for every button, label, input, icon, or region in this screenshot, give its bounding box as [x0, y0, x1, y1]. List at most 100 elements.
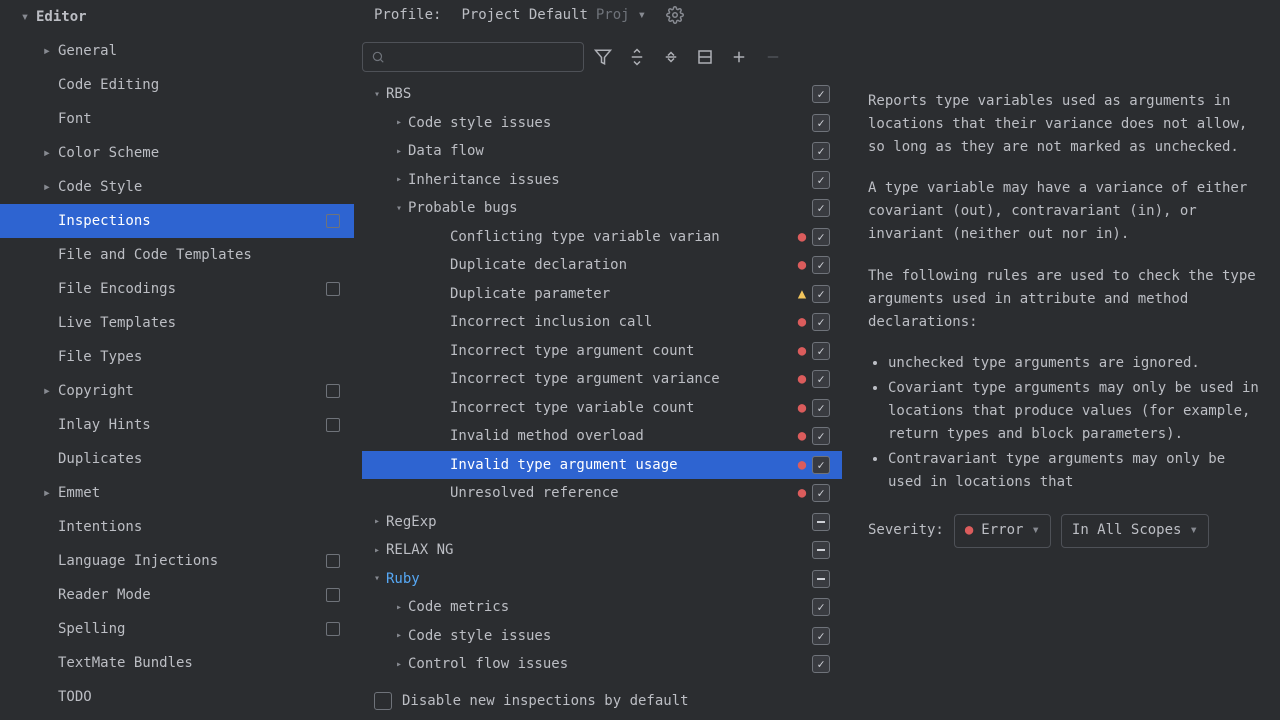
tree-item[interactable]: ▾RBS: [362, 80, 842, 109]
inspection-checkbox[interactable]: [812, 627, 830, 645]
sidebar-item-label: Code Style: [58, 179, 142, 195]
tree-item[interactable]: Incorrect inclusion call●: [362, 308, 842, 337]
inspection-checkbox[interactable]: [812, 342, 830, 360]
chevron-right-icon: ▸: [40, 43, 54, 59]
chevron-right-icon: ▸: [368, 516, 386, 527]
tree-item-label: Code style issues: [408, 115, 792, 131]
chevron-down-icon: ▾: [390, 203, 408, 214]
reset-icon[interactable]: [696, 48, 720, 66]
sidebar-item[interactable]: Font: [0, 102, 354, 136]
disable-new-checkbox[interactable]: [374, 692, 392, 710]
error-icon: ●: [792, 371, 812, 387]
gear-icon[interactable]: [666, 6, 684, 24]
description-li1: unchecked type arguments are ignored.: [888, 352, 1262, 375]
tree-item[interactable]: Duplicate parameter▲: [362, 280, 842, 309]
sidebar-item[interactable]: Code Editing: [0, 68, 354, 102]
add-icon[interactable]: [730, 48, 754, 66]
filter-icon[interactable]: [594, 48, 618, 66]
tree-item[interactable]: ▸Code metrics: [362, 593, 842, 622]
severity-dropdown[interactable]: ● Error ▾: [954, 514, 1051, 547]
sidebar-item[interactable]: File and Code Templates: [0, 238, 354, 272]
sidebar-item[interactable]: ▸General: [0, 34, 354, 68]
sidebar-item[interactable]: ▾Editor: [0, 0, 354, 34]
project-badge-icon: [326, 588, 340, 602]
tree-item[interactable]: Incorrect type argument variance●: [362, 365, 842, 394]
inspection-checkbox[interactable]: [812, 541, 830, 559]
inspection-checkbox[interactable]: [812, 427, 830, 445]
sidebar-item[interactable]: File Types: [0, 340, 354, 374]
search-box[interactable]: [362, 42, 584, 72]
tree-item[interactable]: ▸Data flow: [362, 137, 842, 166]
sidebar-item[interactable]: File Encodings: [0, 272, 354, 306]
tree-item[interactable]: Unresolved reference●: [362, 479, 842, 508]
sidebar-item[interactable]: Duplicates: [0, 442, 354, 476]
error-icon: ●: [792, 485, 812, 501]
sidebar-item[interactable]: ▸Emmet: [0, 476, 354, 510]
sidebar-item[interactable]: ▸Color Scheme: [0, 136, 354, 170]
inspection-checkbox[interactable]: [812, 399, 830, 417]
tree-item[interactable]: Invalid type argument usage●: [362, 451, 842, 480]
inspection-checkbox[interactable]: [812, 598, 830, 616]
inspection-checkbox[interactable]: [812, 85, 830, 103]
expand-all-icon[interactable]: [628, 48, 652, 66]
scope-dropdown[interactable]: In All Scopes ▾: [1061, 514, 1209, 547]
chevron-down-icon: ▾: [638, 7, 646, 23]
tree-item[interactable]: Incorrect type argument count●: [362, 337, 842, 366]
inspection-checkbox[interactable]: [812, 655, 830, 673]
tree-item[interactable]: ▾Ruby: [362, 565, 842, 594]
sidebar-item[interactable]: Inlay Hints: [0, 408, 354, 442]
inspection-checkbox[interactable]: [812, 484, 830, 502]
sidebar-item[interactable]: ▸Code Style: [0, 170, 354, 204]
tree-item[interactable]: Invalid method overload●: [362, 422, 842, 451]
sidebar-item[interactable]: TODO: [0, 680, 354, 714]
inspection-checkbox[interactable]: [812, 370, 830, 388]
tree-item[interactable]: Incorrect type variable count●: [362, 394, 842, 423]
inspection-description: Reports type variables used as arguments…: [842, 80, 1280, 682]
tree-item[interactable]: ▸Control flow issues: [362, 650, 842, 679]
chevron-right-icon: ▸: [390, 117, 408, 128]
sidebar-item[interactable]: TextMate Bundles: [0, 646, 354, 680]
tree-item[interactable]: ▾Probable bugs: [362, 194, 842, 223]
tree-item[interactable]: ▸RELAX NG: [362, 536, 842, 565]
tree-item[interactable]: Conflicting type variable varian●: [362, 223, 842, 252]
tree-item[interactable]: Duplicate declaration●: [362, 251, 842, 280]
inspection-checkbox[interactable]: [812, 199, 830, 217]
tree-item[interactable]: ▸Inheritance issues: [362, 166, 842, 195]
chevron-down-icon: ▾: [1031, 519, 1039, 542]
sidebar-item[interactable]: ▸Copyright: [0, 374, 354, 408]
inspection-checkbox[interactable]: [812, 142, 830, 160]
inspection-checkbox[interactable]: [812, 114, 830, 132]
inspection-tree: ▾RBS▸Code style issues▸Data flow▸Inherit…: [362, 80, 842, 682]
sidebar-item-label: Inlay Hints: [58, 417, 151, 433]
inspection-checkbox[interactable]: [812, 285, 830, 303]
profile-dropdown[interactable]: Project Default Proj ▾: [453, 5, 654, 25]
sidebar-item[interactable]: Language Injections: [0, 544, 354, 578]
inspection-checkbox[interactable]: [812, 228, 830, 246]
error-icon: ●: [965, 519, 973, 542]
chevron-right-icon: ▸: [368, 545, 386, 556]
remove-icon: [764, 48, 788, 66]
sidebar-item[interactable]: Spelling: [0, 612, 354, 646]
inspection-checkbox[interactable]: [812, 456, 830, 474]
inspection-checkbox[interactable]: [812, 513, 830, 531]
tree-item-label: RBS: [386, 86, 792, 102]
tree-item[interactable]: ▸RegExp: [362, 508, 842, 537]
sidebar-item[interactable]: Plugins: [0, 714, 354, 720]
sidebar-item-label: Code Editing: [58, 77, 159, 93]
search-input[interactable]: [391, 49, 575, 65]
error-icon: ●: [792, 257, 812, 273]
sidebar-item-label: Copyright: [58, 383, 134, 399]
inspection-checkbox[interactable]: [812, 256, 830, 274]
collapse-all-icon[interactable]: [662, 48, 686, 66]
sidebar-item[interactable]: Intentions: [0, 510, 354, 544]
sidebar-item[interactable]: Inspections: [0, 204, 354, 238]
description-p2: A type variable may have a variance of e…: [868, 177, 1262, 246]
inspection-checkbox[interactable]: [812, 570, 830, 588]
inspection-checkbox[interactable]: [812, 171, 830, 189]
tree-item[interactable]: ▸Code style issues: [362, 622, 842, 651]
sidebar-item[interactable]: Live Templates: [0, 306, 354, 340]
sidebar-item[interactable]: Reader Mode: [0, 578, 354, 612]
sidebar-item-label: Color Scheme: [58, 145, 159, 161]
inspection-checkbox[interactable]: [812, 313, 830, 331]
tree-item[interactable]: ▸Code style issues: [362, 109, 842, 138]
